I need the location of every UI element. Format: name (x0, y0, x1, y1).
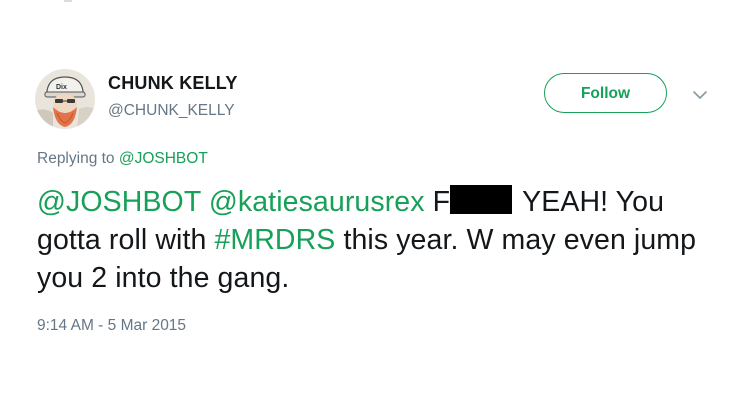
mention-link[interactable]: @katiesaurusrex (209, 186, 425, 218)
user-handle[interactable]: @CHUNK_KELLY (108, 102, 235, 120)
replying-to-label: Replying to (37, 150, 115, 167)
redaction-box (450, 185, 513, 214)
mention-link[interactable]: @JOSHBOT (37, 186, 201, 218)
replying-to-mention[interactable]: @JOSHBOT (119, 150, 208, 167)
follow-button[interactable]: Follow (544, 73, 667, 113)
avatar[interactable]: Dix (35, 69, 95, 129)
timestamp[interactable]: 9:14 AM - 5 Mar 2015 (37, 317, 186, 335)
tweet-card: Dix CHUNK KELLY @CHUNK_KELLY Follow Repl… (0, 0, 750, 400)
tweet-text: @JOSHBOT @katiesaurusrex F YEAH! You gott… (37, 183, 727, 297)
hashtag-link[interactable]: #MRDRS (214, 224, 335, 256)
avatar-photo-icon: Dix (35, 69, 95, 129)
replying-to: Replying to @JOSHBOT (37, 150, 208, 168)
svg-text:Dix: Dix (56, 84, 67, 91)
tweet-text-segment: F (432, 186, 451, 218)
divider (64, 0, 72, 2)
display-name[interactable]: CHUNK KELLY (108, 73, 238, 94)
chevron-down-icon[interactable] (691, 88, 709, 102)
